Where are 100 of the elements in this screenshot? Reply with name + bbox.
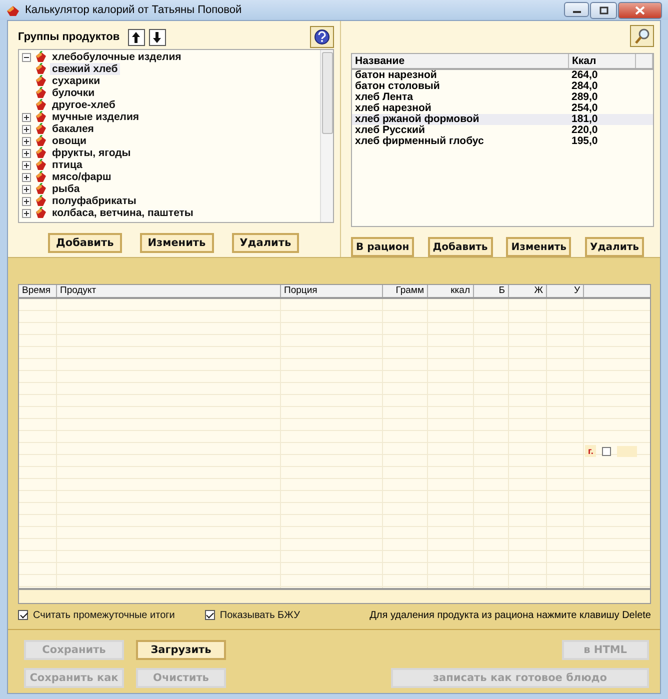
tree-item[interactable]: мучные изделия — [50, 111, 142, 123]
scrollbar[interactable] — [320, 50, 333, 222]
tree-item[interactable]: овощи — [50, 135, 88, 147]
search-button[interactable] — [630, 25, 654, 47]
expand-icon[interactable] — [22, 112, 31, 122]
product-name: хлеб Лента — [352, 92, 568, 103]
product-name: хлеб фирменный глобус — [354, 136, 485, 147]
product-name: батон столовый — [354, 81, 441, 92]
food-icon — [34, 87, 47, 99]
food-icon — [34, 207, 47, 219]
column-header[interactable]: У — [547, 285, 584, 297]
food-icon — [34, 135, 47, 147]
food-icon — [34, 75, 47, 87]
expand-icon[interactable] — [22, 208, 31, 218]
food-icon — [34, 195, 47, 207]
checkbox[interactable] — [18, 610, 28, 620]
unit-label: г. — [585, 445, 596, 457]
column-header[interactable]: Продукт — [57, 285, 281, 297]
checkbox-label: Показывать БЖУ — [220, 610, 300, 620]
down-arrow-icon — [151, 30, 164, 44]
product-row[interactable]: хлеб Лента 289,0 — [352, 92, 652, 103]
tree-action-button[interactable]: Удалить — [232, 233, 300, 253]
column-header[interactable]: Б — [474, 285, 509, 297]
app-icon — [6, 3, 20, 17]
expand-icon[interactable] — [22, 196, 31, 206]
kcal-value: 181,0 — [568, 114, 636, 125]
expand-icon[interactable] — [22, 160, 31, 170]
file-action-button[interactable]: Загрузить — [136, 640, 226, 660]
kcal-value: 220,0 — [568, 125, 636, 136]
move-down-button[interactable] — [148, 28, 166, 46]
maximize-icon — [598, 6, 608, 14]
window-title: Калькулятор калорий от Татьяны Поповой — [25, 4, 243, 16]
product-action-button[interactable]: Удалить — [585, 237, 644, 257]
move-up-button[interactable] — [128, 28, 145, 46]
tree-item[interactable]: полуфабрикаты — [50, 195, 138, 207]
info-button[interactable] — [310, 26, 334, 48]
column-header[interactable]: Грамм — [383, 285, 428, 297]
tree-action-button[interactable]: Добавить — [48, 233, 122, 253]
maximize-button[interactable] — [590, 2, 617, 18]
food-icon — [34, 123, 47, 135]
close-icon — [635, 6, 645, 14]
tree-item[interactable]: птица — [50, 159, 84, 171]
food-icon — [34, 147, 47, 159]
product-row[interactable]: батон нарезной 264,0 — [352, 69, 652, 81]
kcal-value: 254,0 — [568, 103, 636, 114]
product-action-button[interactable]: Изменить — [506, 237, 572, 257]
panel-title: Группы продуктов — [18, 31, 120, 43]
food-icon — [34, 183, 47, 195]
product-name: хлеб ржаной формовой — [352, 114, 568, 125]
food-icon — [34, 171, 47, 183]
product-action-button[interactable]: Добавить — [428, 237, 493, 257]
up-arrow-icon — [130, 30, 142, 44]
tree-item[interactable]: булочки — [50, 87, 97, 99]
input-field[interactable] — [617, 446, 638, 456]
food-icon — [34, 99, 47, 111]
food-icon — [34, 159, 47, 171]
product-name: хлеб Русский — [352, 125, 568, 136]
kcal-value: 195,0 — [570, 136, 599, 147]
food-icon — [34, 111, 47, 123]
expand-icon[interactable] — [22, 136, 31, 146]
kcal-value: 289,0 — [570, 92, 599, 103]
collapse-icon[interactable] — [22, 52, 31, 62]
checkbox[interactable] — [204, 610, 215, 620]
column-header[interactable]: Ж — [509, 285, 547, 297]
product-action-button[interactable]: В рацион — [351, 237, 414, 257]
product-row[interactable]: хлеб ржаной формовой 181,0 — [352, 114, 652, 125]
column-header[interactable]: Ккал — [568, 54, 636, 69]
product-row[interactable]: хлеб фирменный глобус 195,0 — [352, 136, 652, 147]
product-name: батон нарезной — [352, 69, 568, 81]
expand-icon[interactable] — [22, 124, 31, 134]
expand-icon[interactable] — [22, 148, 31, 158]
kcal-value: 264,0 — [568, 69, 636, 81]
tree-item[interactable]: рыба — [50, 183, 82, 195]
minimize-icon — [572, 10, 580, 12]
search-icon — [634, 28, 650, 44]
column-header[interactable]: ккал — [428, 285, 474, 297]
tree-item[interactable]: фрукты, ягоды — [50, 147, 133, 159]
product-row[interactable]: батон столовый 284,0 — [352, 81, 652, 92]
tree-item[interactable]: свежий хлеб — [50, 63, 120, 75]
column-header[interactable]: Название — [352, 54, 568, 69]
hint-text: Для удаления продукта из рациона нажмите клавишу Delete — [370, 610, 651, 620]
product-name: хлеб нарезной — [352, 103, 568, 114]
tree-item[interactable]: бакалея — [50, 123, 96, 135]
tree-item[interactable]: хлебобулочные изделия — [50, 51, 184, 63]
kcal-value: 284,0 — [570, 81, 599, 92]
column-header[interactable]: Порция — [281, 285, 383, 297]
tree-item[interactable]: мясо/фарш — [50, 171, 114, 183]
close-button[interactable] — [618, 2, 662, 18]
tree-item[interactable]: другое-хлеб — [50, 99, 118, 111]
expand-icon[interactable] — [22, 172, 31, 182]
checkbox-label: Считать промежуточные итоги — [33, 610, 175, 620]
tree-item[interactable]: сухарики — [50, 75, 102, 87]
product-row[interactable]: хлеб нарезной 254,0 — [352, 103, 652, 114]
product-row[interactable]: хлеб Русский 220,0 — [352, 125, 652, 136]
tree-item[interactable]: колбаса, ветчина, паштеты — [50, 207, 196, 219]
food-icon — [34, 63, 47, 75]
tree-action-button[interactable]: Изменить — [140, 233, 214, 253]
expand-icon[interactable] — [22, 184, 31, 194]
minimize-button[interactable] — [564, 2, 589, 16]
column-header[interactable]: Время — [19, 285, 57, 297]
